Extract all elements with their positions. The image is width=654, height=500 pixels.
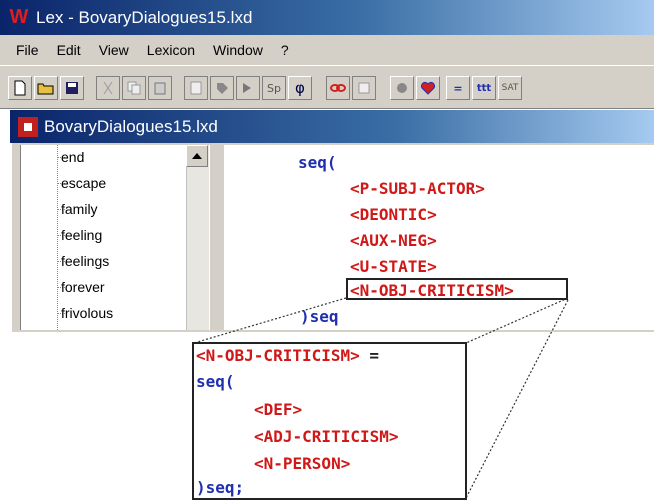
definition-callout [192,342,467,500]
callout-token: <DEF> [254,400,303,419]
callout-token: <ADJ-CRITICISM> [254,427,399,446]
callout-head: <N-OBJ-CRITICISM> = [196,346,380,365]
callout-seq-open: seq( [196,372,235,391]
callout-token: <N-PERSON> [254,454,351,473]
callout-seq-close: )seq; [196,478,245,497]
